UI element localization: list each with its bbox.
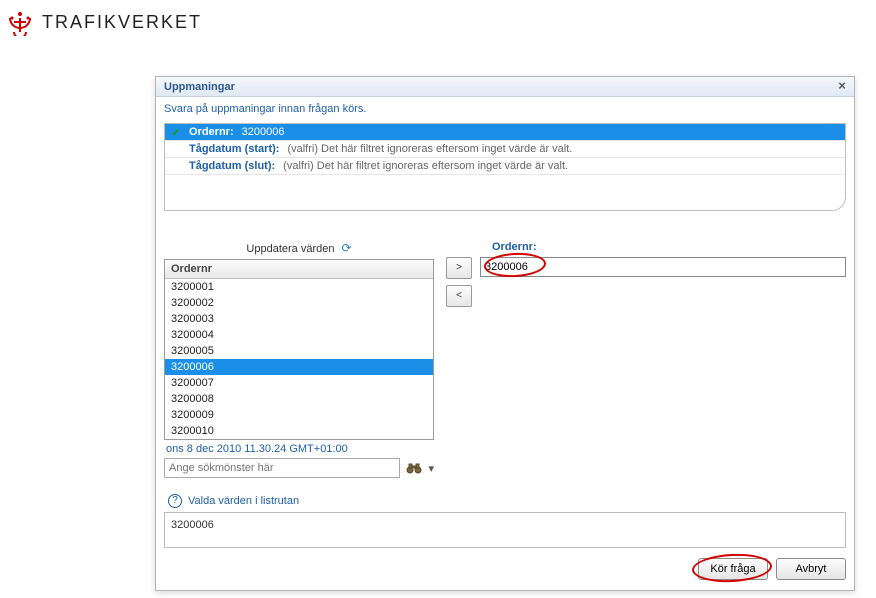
prompt-hint: (valfri) Det här filtret ignoreras efter…: [287, 143, 572, 155]
update-values-header[interactable]: Uppdatera värden ⟳: [164, 241, 434, 259]
trafikverket-logo-icon: [6, 8, 34, 36]
values-pane: Uppdatera värden ⟳ Ordernr 3200001320000…: [164, 241, 434, 478]
refresh-icon[interactable]: ⟳: [342, 241, 352, 255]
list-item[interactable]: 3200008: [165, 391, 433, 407]
selected-values-text: 3200006: [171, 519, 214, 531]
help-row: ? Valda värden i listrutan: [164, 490, 846, 512]
order-list-header: Ordernr: [165, 260, 433, 279]
prompt-row[interactable]: Tågdatum (start): (valfri) Det här filtr…: [165, 141, 845, 158]
prompt-hint: (valfri) Det här filtret ignoreras efter…: [283, 160, 568, 172]
check-icon: ✓: [169, 126, 183, 139]
prompt-row[interactable]: ✓ Ordernr: 3200006: [165, 124, 845, 141]
prompt-row[interactable]: Tågdatum (slut): (valfri) Det här filtre…: [165, 158, 845, 175]
list-item[interactable]: 3200009: [165, 407, 433, 423]
help-label: Valda värden i listrutan: [188, 495, 299, 507]
prompt-list: ✓ Ordernr: 3200006 Tågdatum (start): (valf…: [164, 123, 846, 211]
list-item[interactable]: 3200007: [165, 375, 433, 391]
order-list-body[interactable]: 3200001320000232000033200004320000532000…: [165, 279, 433, 439]
prompt-value: 3200006: [242, 126, 285, 138]
prompt-label: Ordernr:: [189, 126, 234, 138]
prompt-label: Tågdatum (start):: [189, 143, 279, 155]
list-timestamp: ons 8 dec 2010 11.30.24 GMT+01:00: [164, 440, 434, 458]
help-icon[interactable]: ?: [168, 494, 182, 508]
selected-value-input[interactable]: [480, 257, 846, 277]
list-item[interactable]: 3200002: [165, 295, 433, 311]
search-input[interactable]: [164, 458, 400, 478]
order-list: Ordernr 32000013200002320000332000043200…: [164, 259, 434, 440]
cancel-button[interactable]: Avbryt: [776, 558, 846, 580]
list-item[interactable]: 3200010: [165, 423, 433, 439]
add-value-button[interactable]: >: [446, 257, 472, 279]
list-item[interactable]: 3200005: [165, 343, 433, 359]
brand-text: TRAFIKVERKET: [42, 12, 202, 33]
dialog-titlebar: Uppmaningar ×: [156, 77, 854, 97]
selected-values-box: 3200006: [164, 512, 846, 548]
brand-header: TRAFIKVERKET: [0, 0, 876, 36]
prompt-label: Tågdatum (slut):: [189, 160, 275, 172]
selected-field-label: Ordernr:: [446, 241, 846, 253]
search-dropdown-icon[interactable]: ▾: [428, 462, 434, 475]
dialog-title: Uppmaningar: [164, 81, 235, 93]
list-item[interactable]: 3200004: [165, 327, 433, 343]
run-query-button[interactable]: Kör fråga: [698, 558, 768, 580]
list-item[interactable]: 3200001: [165, 279, 433, 295]
dialog-subtitle: Svara på uppmaningar innan frågan körs.: [156, 97, 854, 123]
binoculars-icon[interactable]: [404, 458, 424, 478]
list-item[interactable]: 3200006: [165, 359, 433, 375]
selection-pane: Ordernr: > <: [444, 241, 846, 478]
close-icon[interactable]: ×: [834, 79, 850, 95]
remove-value-button[interactable]: <: [446, 285, 472, 307]
prompt-dialog: Uppmaningar × Svara på uppmaningar innan…: [155, 76, 855, 591]
list-item[interactable]: 3200003: [165, 311, 433, 327]
